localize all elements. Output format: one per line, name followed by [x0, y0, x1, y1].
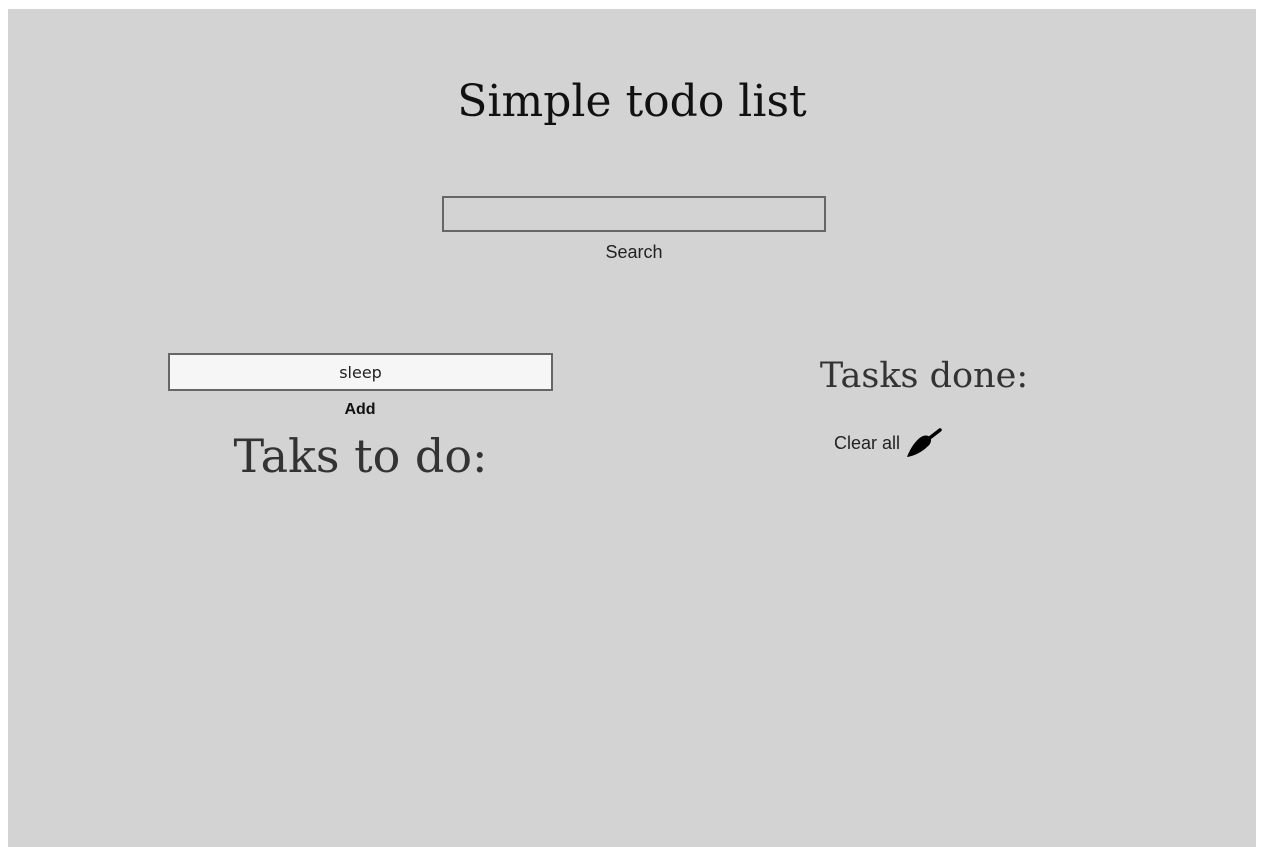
tasks-to-do-heading: Taks to do:	[233, 429, 488, 483]
tasks-done-heading: Tasks done:	[819, 356, 1029, 396]
search-input[interactable]	[442, 196, 826, 232]
add-task-input[interactable]	[168, 353, 553, 391]
add-button[interactable]: Add	[310, 399, 410, 421]
clear-all-label: Clear all	[834, 432, 901, 453]
todo-app: Simple todo list Search Add Taks to do: …	[8, 9, 1256, 847]
clear-all-button[interactable]: Clear all	[834, 425, 944, 461]
page-title: Simple todo list	[457, 76, 807, 127]
broom-icon	[900, 425, 944, 461]
search-button[interactable]: Search	[542, 240, 726, 264]
